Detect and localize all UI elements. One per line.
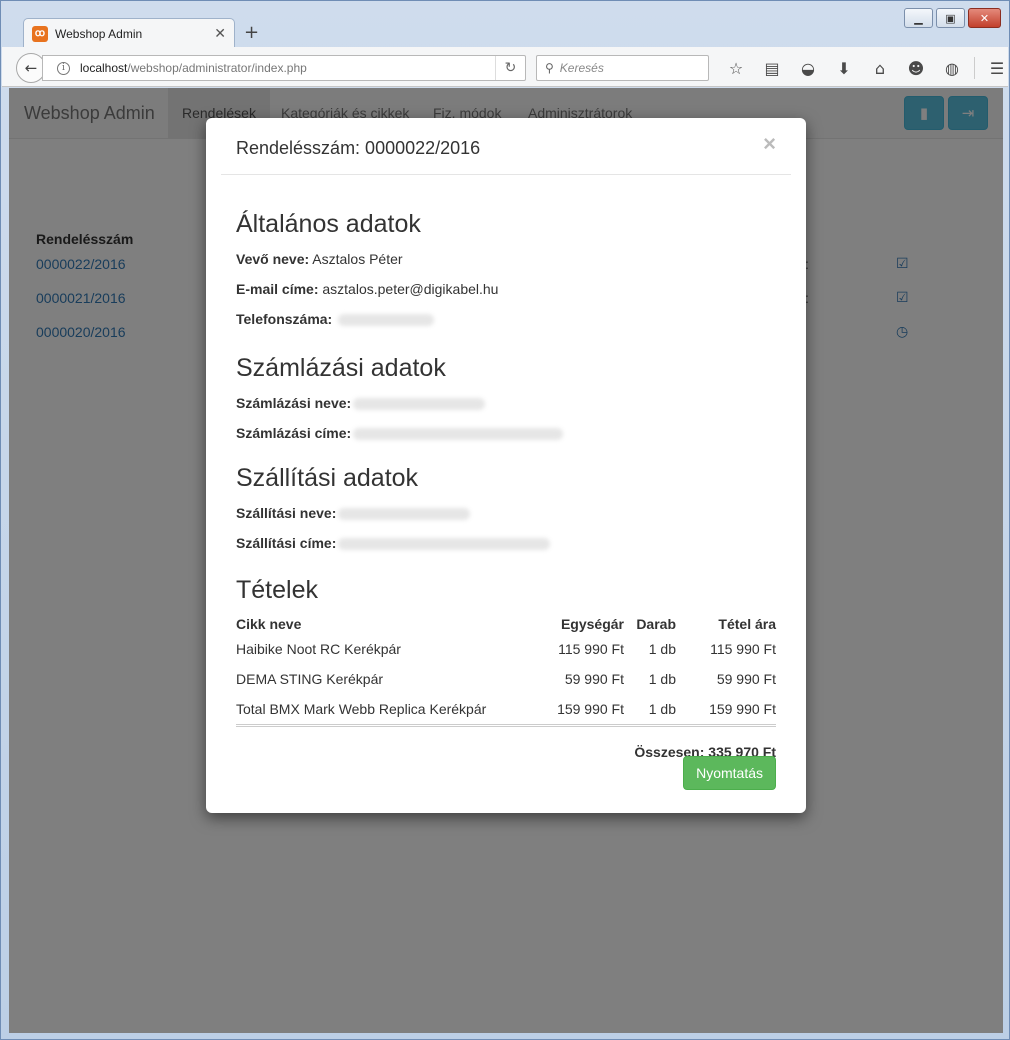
home-icon[interactable]: ⌂: [862, 57, 898, 79]
item-quantity: 1 db: [624, 694, 676, 727]
field-label: Számlázási címe:: [236, 425, 352, 441]
table-row: Total BMX Mark Webb Replica Kerékpár 159…: [236, 694, 776, 727]
item-total: 59 990 Ft: [716, 671, 776, 687]
redacted-value: [353, 428, 564, 441]
item-name: Total BMX Mark Webb Replica Kerékpár: [236, 694, 543, 727]
menu-icon[interactable]: ☰: [979, 57, 1010, 79]
field-value: Asztalos Péter: [312, 251, 403, 267]
item-quantity: 1 db: [648, 641, 676, 657]
toolbar-divider: [974, 57, 975, 79]
bookmark-star-icon[interactable]: ☆: [718, 57, 754, 79]
reading-list-icon[interactable]: ▤: [754, 57, 790, 79]
search-placeholder: Keresés: [559, 61, 604, 75]
general-heading: Általános adatok: [236, 210, 421, 238]
modal-header: Rendelésszám: 0000022/2016 ×: [221, 118, 791, 175]
toolbar-icons: ☆ ▤ ◒ ⬇ ⌂ ☻ ◍ ☰: [718, 57, 1010, 79]
print-button[interactable]: Nyomtatás: [683, 756, 776, 790]
redacted-value: [338, 538, 551, 551]
field-label: Telefonszáma:: [236, 311, 333, 327]
browser-tab[interactable]: ꝏ Webshop Admin ✕: [23, 18, 235, 48]
email-field: E-mail címe: asztalos.peter@digikabel.hu: [236, 279, 776, 299]
items-header-row: Cikk neve Egységár Darab Tétel ára: [236, 613, 776, 634]
column-header: Egységár: [560, 616, 624, 632]
download-icon[interactable]: ⬇: [826, 57, 862, 79]
browser-toolbar: ← i localhost/webshop/administrator/inde…: [2, 47, 1008, 87]
column-header: Cikk neve: [236, 616, 302, 632]
items-table: Cikk neve Egységár Darab Tétel ára Haibi…: [236, 613, 776, 727]
redacted-value: [353, 398, 486, 411]
tab-close-icon[interactable]: ✕: [214, 25, 226, 42]
field-label: Szállítási neve:: [236, 505, 337, 521]
shipping-name-field: Szállítási neve:: [236, 503, 776, 523]
tab-strip: ꝏ Webshop Admin ✕ +: [1, 15, 1009, 48]
customer-name-field: Vevő neve: Asztalos Péter: [236, 249, 776, 269]
item-unit-price: 159 990 Ft: [542, 694, 624, 727]
item-total: 115 990 Ft: [710, 641, 776, 657]
address-bar[interactable]: i localhost/webshop/administrator/index.…: [42, 55, 526, 81]
table-row: Haibike Noot RC Kerékpár 115 990 Ft 1 db…: [236, 634, 776, 664]
url-host: localhost: [80, 61, 128, 75]
redacted-value: [338, 508, 471, 521]
item-quantity: 1 db: [648, 671, 676, 687]
xampp-icon: ꝏ: [32, 25, 48, 42]
modal-title: Rendelésszám: 0000022/2016: [236, 138, 481, 158]
item-name: DEMA STING Kerékpár: [236, 671, 384, 687]
modal-body: Általános adatok Vevő neve: Asztalos Pét…: [236, 175, 776, 760]
close-icon[interactable]: ×: [763, 131, 776, 157]
column-header: Darab: [636, 616, 676, 632]
column-header: Tétel ára: [718, 616, 776, 632]
url-path: /webshop/administrator/index.php: [127, 61, 307, 75]
url-text: localhost/webshop/administrator/index.ph…: [80, 61, 307, 75]
order-details-modal: Rendelésszám: 0000022/2016 × Általános a…: [206, 118, 806, 813]
field-label: Számlázási neve:: [236, 395, 352, 411]
info-icon[interactable]: i: [57, 61, 70, 75]
field-label: E-mail címe:: [236, 281, 319, 297]
item-unit-price: 115 990 Ft: [558, 641, 624, 657]
field-label: Szállítási címe:: [236, 535, 337, 551]
field-label: Vevő neve:: [236, 251, 310, 267]
browser-window: ▁ ▣ ✕ ꝏ Webshop Admin ✕ + ← i localhost/…: [0, 0, 1010, 1040]
tab-title: Webshop Admin: [55, 26, 143, 41]
shipping-address-field: Szállítási címe:: [236, 533, 776, 553]
smiley-icon[interactable]: ☻: [898, 57, 934, 79]
redacted-value: [338, 314, 435, 327]
items-heading: Tételek: [236, 576, 318, 604]
new-tab-button[interactable]: +: [244, 22, 259, 43]
reload-icon[interactable]: ↻: [495, 56, 525, 80]
billing-name-field: Számlázási neve:: [236, 393, 776, 413]
search-input[interactable]: ⚲ Keresés: [536, 55, 709, 81]
billing-address-field: Számlázási címe:: [236, 423, 776, 443]
phone-field: Telefonszáma:: [236, 309, 776, 329]
field-value: asztalos.peter@digikabel.hu: [322, 281, 499, 297]
item-total: 159 990 Ft: [676, 694, 776, 727]
globe-icon[interactable]: ◍: [934, 57, 970, 79]
pocket-icon[interactable]: ◒: [790, 57, 826, 79]
search-icon: ⚲: [545, 61, 554, 75]
item-name: Haibike Noot RC Kerékpár: [236, 641, 401, 657]
billing-heading: Számlázási adatok: [236, 354, 446, 382]
shipping-heading: Szállítási adatok: [236, 464, 419, 492]
item-unit-price: 59 990 Ft: [564, 671, 624, 687]
table-row: DEMA STING Kerékpár 59 990 Ft 1 db 59 99…: [236, 664, 776, 694]
page-viewport: Webshop Admin Rendelések Kategóriák és c…: [9, 88, 1003, 1033]
